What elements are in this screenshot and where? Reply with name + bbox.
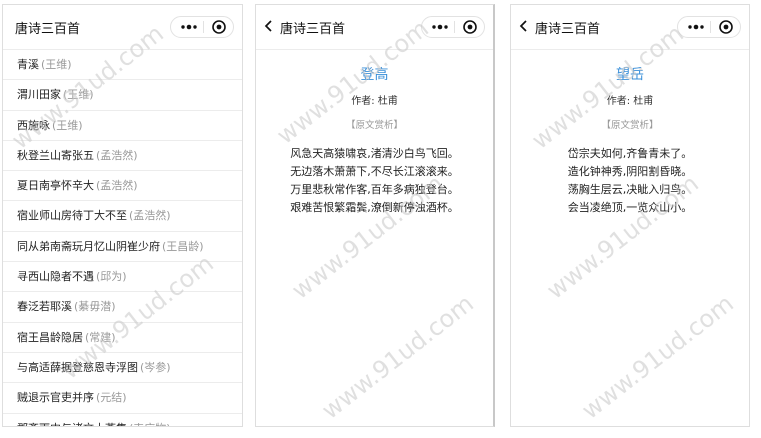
poem-detail-screen: 唐诗三百首 望岳 作者:杜甫 原文赏析 岱宗夫如何,齐鲁青未了。 造化钟神秀,阴… — [510, 4, 750, 427]
poem-line: 风急天高猿啸哀,渚清沙白鸟飞回。 — [290, 147, 459, 160]
list-item[interactable]: 寻西山隐者不遇邱为 — [3, 262, 242, 293]
list-item[interactable]: 宿业师山房待丁大不至孟浩然 — [3, 201, 242, 232]
capsule-divider — [203, 21, 204, 33]
poem-line: 会当凌绝顶,一览众山小。 — [567, 201, 693, 214]
list-item[interactable]: 贼退示官吏并序元结 — [3, 383, 242, 414]
poem-author: 孟浩然 — [129, 209, 171, 222]
poem-line: 造化钟神秀,阴阳割昏晓。 — [567, 165, 693, 178]
poem-author: 綦毋潜 — [74, 300, 116, 313]
chevron-left-icon[interactable] — [262, 19, 276, 33]
poem-body: 岱宗夫如何,齐鲁青未了。 造化钟神秀,阴阳割昏晓。 荡胸生层云,决眦入归鸟。 会… — [511, 145, 749, 217]
poem-title: 秋登兰山寄张五 — [17, 148, 94, 162]
poem-author: 王维 — [52, 119, 83, 132]
appreciate-link[interactable]: 原文赏析 — [511, 117, 749, 131]
mini-program-capsule — [170, 16, 234, 38]
more-dots-icon[interactable] — [685, 17, 707, 37]
author-name: 杜甫 — [377, 96, 398, 107]
nav-bar: 唐诗三百首 — [3, 5, 242, 50]
chevron-left-icon[interactable] — [517, 19, 531, 33]
poem-body: 风急天高猿啸哀,渚清沙白鸟飞回。 无边落木萧萧下,不尽长江滚滚来。 万里悲秋常作… — [256, 145, 493, 217]
poem-author: 元结 — [96, 391, 127, 404]
poem-title: 同从弟南斋玩月忆山阴崔少府 — [17, 239, 160, 253]
poem-author: 孟浩然 — [96, 149, 138, 162]
target-close-icon[interactable] — [718, 19, 734, 35]
poem-author: 邱为 — [96, 270, 127, 283]
poem-title: 贼退示官吏并序 — [17, 391, 94, 405]
capsule-divider — [454, 21, 455, 33]
poem-author: 韦应物 — [129, 422, 171, 426]
poem-title: 青溪 — [17, 58, 39, 71]
mini-program-capsule — [421, 16, 485, 38]
poem-author: 王维 — [63, 88, 94, 101]
poem-title: 与高适薛据登慈恩寺浮图 — [17, 360, 138, 374]
more-dots-icon[interactable] — [178, 17, 200, 37]
poem-detail-screen: 唐诗三百首 登高 作者:杜甫 原文赏析 风急天高猿啸哀,渚清沙白鸟飞回。 无边落… — [255, 4, 495, 427]
author-label: 作者: — [606, 96, 631, 107]
poem-author: 作者: 杜甫 — [256, 92, 493, 107]
poem-author: 孟浩然 — [96, 179, 138, 192]
more-dots-icon[interactable] — [429, 17, 451, 37]
poem-line: 荡胸生层云,决眦入归鸟。 — [567, 183, 693, 196]
poem-title: 宿业师山房待丁大不至 — [17, 209, 127, 223]
poem-line: 无边落木萧萧下,不尽长江滚滚来。 — [290, 165, 459, 178]
poem-title: 春泛若耶溪 — [17, 300, 72, 314]
capsule-divider — [710, 21, 711, 33]
nav-title: 唐诗三百首 — [535, 22, 601, 37]
poem-author: 作者: 杜甫 — [511, 92, 749, 107]
poem-title: 渭川田家 — [17, 88, 61, 102]
list-item[interactable]: 渭川田家王维 — [3, 80, 242, 111]
list-item[interactable]: 夏日南亭怀辛大孟浩然 — [3, 171, 242, 202]
target-close-icon[interactable] — [211, 19, 227, 35]
list-item[interactable]: 与高适薛据登慈恩寺浮图岑参 — [3, 353, 242, 384]
poem-author: 王昌龄 — [162, 240, 204, 253]
poem-line: 万里悲秋常作客,百年多病独登台。 — [290, 183, 459, 196]
nav-bar: 唐诗三百首 — [511, 5, 749, 50]
poem-title: 郡斋雨中与诸文士燕集 — [17, 422, 127, 426]
poem-title: 西施咏 — [17, 118, 50, 132]
poem-title: 宿王昌龄隐居 — [17, 330, 83, 344]
nav-title: 唐诗三百首 — [280, 22, 346, 37]
poem-author: 王维 — [41, 58, 72, 71]
list-item[interactable]: 西施咏王维 — [3, 111, 242, 141]
author-name: 杜甫 — [633, 96, 654, 107]
target-close-icon[interactable] — [462, 19, 478, 35]
poem-author: 岑参 — [140, 361, 171, 374]
poem-list: 青溪王维渭川田家王维西施咏王维秋登兰山寄张五孟浩然夏日南亭怀辛大孟浩然宿业师山房… — [3, 50, 242, 426]
list-item[interactable]: 秋登兰山寄张五孟浩然 — [3, 141, 242, 172]
list-item[interactable]: 青溪王维 — [3, 50, 242, 81]
poem-author: 常建 — [85, 331, 116, 344]
poem-title: 寻西山隐者不遇 — [17, 270, 94, 284]
list-item[interactable]: 同从弟南斋玩月忆山阴崔少府王昌龄 — [3, 232, 242, 263]
list-item[interactable]: 郡斋雨中与诸文士燕集韦应物 — [3, 414, 242, 426]
poem-list-screen: 唐诗三百首 青溪王维渭川田家王维西施咏王维秋登兰山寄张五孟浩然夏日南亭怀辛大孟浩… — [2, 4, 243, 427]
poem-title: 夏日南亭怀辛大 — [17, 179, 94, 193]
nav-bar: 唐诗三百首 — [256, 5, 493, 50]
mini-program-capsule — [677, 16, 741, 38]
nav-title: 唐诗三百首 — [15, 22, 81, 37]
poem-line: 岱宗夫如何,齐鲁青未了。 — [567, 147, 693, 160]
author-label: 作者: — [351, 96, 375, 107]
poem-line: 艰难苦恨繁霜鬓,潦倒新停浊酒杯。 — [290, 201, 459, 214]
poem-title: 登高 — [360, 67, 389, 83]
list-item[interactable]: 宿王昌龄隐居常建 — [3, 323, 242, 353]
poem-title: 望岳 — [616, 67, 644, 83]
list-item[interactable]: 春泛若耶溪綦毋潜 — [3, 292, 242, 323]
appreciate-link[interactable]: 原文赏析 — [256, 117, 493, 131]
